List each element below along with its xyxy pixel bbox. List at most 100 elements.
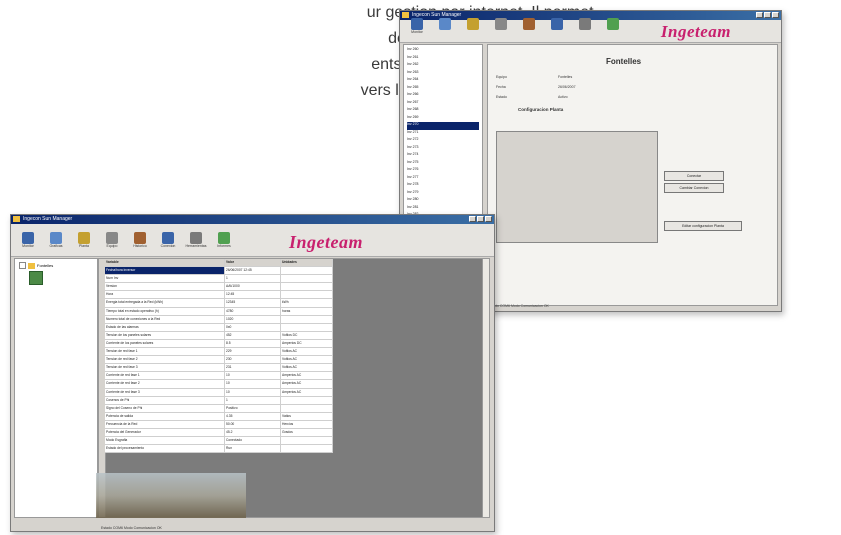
- tree-item[interactable]: Inv 260: [407, 47, 479, 55]
- table-cell: Corriente de red fase 2: [105, 380, 225, 388]
- vertical-scrollbar[interactable]: [482, 259, 489, 517]
- tree-item[interactable]: Inv 271: [407, 130, 479, 138]
- toolbar-label: Historico: [133, 244, 147, 248]
- table-row[interactable]: Potencia de salida 4.35 Vatios: [105, 412, 333, 421]
- front-title-bar[interactable]: Ingecon Sun Manager: [11, 215, 494, 224]
- table-row[interactable]: Num Inv 1: [105, 275, 333, 284]
- tree-item[interactable]: Inv 275: [407, 160, 479, 168]
- tree-item[interactable]: Inv 277: [407, 175, 479, 183]
- close-button[interactable]: [485, 216, 492, 222]
- table-cell: Tiempo total en estado operativo (h): [105, 307, 225, 315]
- toolbar-button[interactable]: Herramientas: [183, 230, 209, 256]
- table-cell: Amperios AC: [281, 380, 333, 388]
- tree-item[interactable]: Inv 281: [407, 205, 479, 213]
- tree-item[interactable]: Inv 261: [407, 55, 479, 63]
- plant-icon[interactable]: [29, 271, 43, 285]
- minimize-button[interactable]: [756, 12, 763, 18]
- table-row[interactable]: Corriente de red fase 1 10 Amperios AC: [105, 372, 333, 381]
- toolbar-button[interactable]: [432, 16, 458, 42]
- table-row[interactable]: Fecha/hora inversor 26/06/2007 12:45: [105, 267, 333, 276]
- data-grid[interactable]: Variable Valor Unidades Fecha/hora inversor…: [105, 259, 333, 454]
- toolbar-button[interactable]: Conexion: [155, 230, 181, 256]
- tools-icon: [190, 232, 202, 244]
- table-row[interactable]: Signo del Coseno de Phi Positivo: [105, 404, 333, 413]
- toolbar-button[interactable]: Planta: [71, 230, 97, 256]
- column-header[interactable]: Variable: [105, 259, 225, 267]
- change-connection-button[interactable]: Cambiar Conexion: [664, 183, 724, 193]
- table-row[interactable]: Tension de red fase 1 229 Voltios AC: [105, 348, 333, 357]
- toolbar-button[interactable]: [544, 16, 570, 42]
- tree-item[interactable]: Inv 272: [407, 137, 479, 145]
- tree-item[interactable]: Inv 268: [407, 107, 479, 115]
- table-cell: 26/06/2007 12:45: [225, 267, 281, 275]
- table-row[interactable]: Cosenos de Phi 1: [105, 396, 333, 405]
- table-cell: Numero total de conexiones a la Red: [105, 315, 225, 323]
- connect-button[interactable]: Conectar: [664, 171, 724, 181]
- table-row[interactable]: Numero total de conexiones a la Red 1020: [105, 315, 333, 324]
- toolbar-button[interactable]: Historico: [127, 230, 153, 256]
- toolbar-button[interactable]: Graficas: [43, 230, 69, 256]
- table-row[interactable]: Potencia del Generador 45.2 Grados: [105, 428, 333, 438]
- toolbar-button[interactable]: Informes: [211, 230, 237, 256]
- table-cell: Energia total entregada a la Red (kWh): [105, 299, 225, 307]
- column-header[interactable]: Valor: [225, 259, 281, 267]
- table-cell: Cosenos de Phi: [105, 396, 225, 404]
- toolbar-button[interactable]: [516, 16, 542, 42]
- tree-item[interactable]: Inv 279: [407, 190, 479, 198]
- table-cell: Corriente de red fase 1: [105, 372, 225, 380]
- table-row[interactable]: Frecuencia de la Red 50.00 Hercios: [105, 420, 333, 429]
- toolbar-button[interactable]: Equipo: [99, 230, 125, 256]
- table-row[interactable]: Tiempo total en estado operativo (h) 4780…: [105, 307, 333, 316]
- table-row[interactable]: Estado del procesamiento Run: [105, 445, 333, 454]
- close-button[interactable]: [772, 12, 779, 18]
- tree-item[interactable]: Inv 269: [407, 115, 479, 123]
- edit-plant-button[interactable]: Editar configuracion Planta: [664, 221, 742, 231]
- tree-item[interactable]: Inv 264: [407, 77, 479, 85]
- toolbar-button[interactable]: Monitor: [15, 230, 41, 256]
- toolbar-button[interactable]: Monitor: [404, 16, 430, 42]
- tree-item[interactable]: Inv 274: [407, 152, 479, 160]
- table-cell: 230: [225, 356, 281, 364]
- table-row[interactable]: Modo Esgrafia Conectado: [105, 437, 333, 446]
- toolbar-label: Informes: [217, 244, 231, 248]
- table-row[interactable]: Corriente de los paneles solares 8.5 Amper…: [105, 339, 333, 349]
- figure-icon: [495, 18, 507, 30]
- toolbar-button[interactable]: [600, 16, 626, 42]
- table-row[interactable]: Energia total entregada a la Red (kWh) 12…: [105, 299, 333, 308]
- tree-item[interactable]: Inv 278: [407, 182, 479, 190]
- table-header: Variable Valor Unidades: [105, 259, 333, 268]
- table-row[interactable]: Corriente de red fase 2 10 Amperios AC: [105, 380, 333, 389]
- table-row[interactable]: Hora 12:45: [105, 291, 333, 300]
- front-tree-view[interactable]: Fontelles: [14, 258, 98, 518]
- tree-root-item[interactable]: Fontelles: [19, 262, 53, 269]
- tree-item[interactable]: Inv 267: [407, 100, 479, 108]
- tree-item[interactable]: Inv 270: [407, 122, 479, 130]
- front-status-bar: Estado COM6 Modo Comunicacion OK: [101, 526, 162, 530]
- tree-item[interactable]: Inv 262: [407, 62, 479, 70]
- maximize-button[interactable]: [477, 216, 484, 222]
- collapse-icon[interactable]: [19, 262, 26, 269]
- table-row[interactable]: Tension de los paneles solares 452 Voltios…: [105, 331, 333, 340]
- toolbar-button[interactable]: [460, 16, 486, 42]
- table-cell: [281, 291, 333, 299]
- table-row[interactable]: Estado de las alarmas 0x0: [105, 323, 333, 332]
- table-cell: Estado de las alarmas: [105, 323, 225, 331]
- column-header[interactable]: Unidades: [281, 259, 333, 267]
- table-row[interactable]: Tension de red fase 3 231 Voltios AC: [105, 364, 333, 373]
- tree-item[interactable]: Inv 280: [407, 197, 479, 205]
- tree-item[interactable]: Inv 263: [407, 70, 479, 78]
- tree-root-label: Fontelles: [37, 263, 54, 268]
- table-row[interactable]: Version AAV1000: [105, 283, 333, 292]
- table-cell: 10: [225, 380, 281, 388]
- tree-item[interactable]: Inv 276: [407, 167, 479, 175]
- tree-item[interactable]: Inv 273: [407, 145, 479, 153]
- tree-item[interactable]: Inv 266: [407, 92, 479, 100]
- toolbar-button[interactable]: [488, 16, 514, 42]
- table-row[interactable]: Corriente de red fase 3 10 Amperios AC: [105, 388, 333, 397]
- minimize-button[interactable]: [469, 216, 476, 222]
- table-cell: Run: [225, 445, 281, 453]
- tree-item[interactable]: Inv 265: [407, 85, 479, 93]
- maximize-button[interactable]: [764, 12, 771, 18]
- table-row[interactable]: Tension de red fase 2 230 Voltios AC: [105, 356, 333, 365]
- toolbar-button[interactable]: [572, 16, 598, 42]
